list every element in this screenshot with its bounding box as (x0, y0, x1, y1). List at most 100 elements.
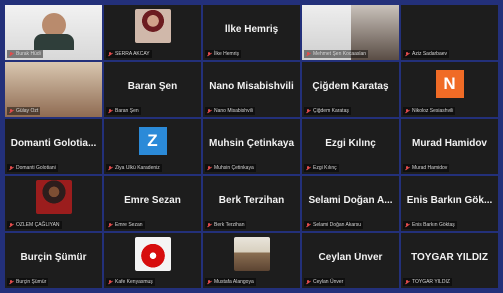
participant-tile[interactable]: Ceylan Ünver Ceylan Ünver (302, 233, 399, 288)
participant-tile[interactable]: Burak Hüdi (5, 5, 102, 60)
profile-image (233, 237, 270, 271)
participant-name-label: Ceylan Ünver (304, 278, 346, 286)
participant-name-label: Murad Hamidov (403, 164, 450, 172)
participant-label-text: OZLEM ÇAĞLIYAN (16, 222, 60, 228)
participant-tile[interactable]: Gülay Ozt (5, 62, 102, 117)
participant-display-name: Burçin Şümür (20, 252, 87, 264)
participant-display-name: TOYGAR YILDIZ (411, 252, 488, 264)
participant-label-text: Nikoloz Sesiashvili (412, 108, 454, 114)
participant-label-text: Kafe Kenyasmuş (115, 279, 153, 285)
participant-tile[interactable]: Mustafa Alangoya (203, 233, 300, 288)
participant-tile[interactable]: TOYGAR YILDIZ TOYGAR YILDIZ (401, 233, 498, 288)
participant-label-text: Ziya Ulkü Karadeniz (115, 165, 160, 171)
muted-mic-icon (306, 165, 311, 171)
muted-mic-icon (405, 165, 410, 171)
participant-name-label: Mehmet Şen Kocaaslan (304, 50, 369, 58)
participant-tile[interactable]: Enis Barkın Gök... Enis Barkın Göktaş (401, 176, 498, 231)
participant-label-text: Mehmet Şen Kocaaslan (313, 51, 367, 57)
muted-mic-icon (108, 51, 113, 57)
participant-display-name: Ezgi Kılınç (325, 138, 376, 150)
participant-name-label: Selami Doğan Akarsu (304, 221, 364, 229)
participant-display-name: İlke Hemriş (224, 24, 279, 36)
participant-tile[interactable]: Murad Hamidov Murad Hamidov (401, 119, 498, 174)
participant-label-text: Nano Misabishvili (214, 108, 253, 114)
participant-tile[interactable]: OZLEM ÇAĞLIYAN (5, 176, 102, 231)
participant-label-text: Domanti Golotiani (16, 165, 56, 171)
muted-mic-icon (306, 222, 311, 228)
participant-name-label: Berk Terzihan (205, 221, 247, 229)
participant-label-text: Berk Terzihan (214, 222, 245, 228)
participant-tile[interactable]: Aziz Sadarbaev (401, 5, 498, 60)
participant-name-label: Mustafa Alangoya (205, 278, 256, 286)
participant-name-label: Muhsin Çetinkaya (205, 164, 256, 172)
participant-name-label: Baran Şen (106, 107, 141, 115)
participant-grid: Burak Hüdi SERRA AKCAY İlke Hemriş İlke Hem… (5, 5, 498, 288)
participant-tile[interactable]: SERRA AKCAY (104, 5, 201, 60)
participant-tile[interactable]: Emre Sezan Emre Sezan (104, 176, 201, 231)
participant-name-label: Ezgi Kılınç (304, 164, 339, 172)
muted-mic-icon (9, 279, 14, 285)
participant-tile[interactable]: Nano Misabishvili Nano Misabishvili (203, 62, 300, 117)
participant-label-text: Selami Doğan Akarsu (313, 222, 362, 228)
participant-display-name: Enis Barkın Gök... (406, 195, 493, 207)
participant-label-text: SERRA AKCAY (115, 51, 150, 57)
participant-tile[interactable]: Domanti Golotia... Domanti Golotiani (5, 119, 102, 174)
participant-tile[interactable]: Baran Şen Baran Şen (104, 62, 201, 117)
muted-mic-icon (9, 51, 14, 57)
participant-name-label: Çiğdem Karataş (304, 107, 351, 115)
participant-tile[interactable]: Berk Terzihan Berk Terzihan (203, 176, 300, 231)
person-body (33, 34, 74, 50)
muted-mic-icon (207, 222, 212, 228)
muted-mic-icon (405, 51, 410, 57)
participant-tile[interactable]: Muhsin Çetinkaya Muhsin Çetinkaya (203, 119, 300, 174)
participant-label-text: TOYGAR YILDIZ (412, 279, 450, 285)
muted-mic-icon (9, 108, 14, 114)
muted-mic-icon (9, 222, 14, 228)
participant-tile[interactable]: Burçin Şümür Burçin Şümür (5, 233, 102, 288)
participant-tile[interactable]: Kafe Kenyasmuş (104, 233, 201, 288)
muted-mic-icon (207, 108, 212, 114)
participant-label-text: Aziz Sadarbaev (412, 51, 448, 57)
muted-mic-icon (405, 279, 410, 285)
participant-tile[interactable]: Ezgi Kılınç Ezgi Kılınç (302, 119, 399, 174)
participant-display-name: Murad Hamidov (411, 138, 487, 150)
muted-mic-icon (207, 165, 212, 171)
participant-name-label: Burak Hüdi (7, 50, 43, 58)
muted-mic-icon (207, 51, 212, 57)
participant-name-label: TOYGAR YILDIZ (403, 278, 452, 286)
participant-name-label: Aziz Sadarbaev (403, 50, 450, 58)
muted-mic-icon (405, 108, 410, 114)
participant-tile[interactable]: Z Ziya Ulkü Karadeniz (104, 119, 201, 174)
participant-tile[interactable]: N Nikoloz Sesiashvili (401, 62, 498, 117)
participant-display-name: Ceylan Ünver (318, 252, 383, 264)
participant-name-label: Nikoloz Sesiashvili (403, 107, 456, 115)
muted-mic-icon (306, 279, 311, 285)
participant-tile[interactable]: İlke Hemriş İlke Hemriş (203, 5, 300, 60)
participant-tile[interactable]: Mehmet Şen Kocaaslan (302, 5, 399, 60)
participant-display-name: Berk Terzihan (218, 195, 285, 207)
muted-mic-icon (108, 108, 113, 114)
muted-mic-icon (306, 108, 311, 114)
participant-name-label: Ziya Ulkü Karadeniz (106, 164, 162, 172)
participant-tile[interactable]: Çiğdem Karataş Çiğdem Karataş (302, 62, 399, 117)
participant-name-label: Enis Barkın Göktaş (403, 221, 457, 229)
participant-label-text: Enis Barkın Göktaş (412, 222, 455, 228)
participant-label-text: Emre Sezan (115, 222, 143, 228)
participant-display-name: Baran Şen (127, 81, 178, 93)
participant-tile[interactable]: Selami Doğan A... Selami Doğan Akarsu (302, 176, 399, 231)
participant-display-name: Çiğdem Karataş (312, 81, 389, 93)
participant-label-text: Baran Şen (115, 108, 139, 114)
participant-label-text: İlke Hemriş (214, 51, 240, 57)
participant-name-label: OZLEM ÇAĞLIYAN (7, 221, 62, 229)
participant-name-label: Domanti Golotiani (7, 164, 58, 172)
participant-label-text: Mustafa Alangoya (214, 279, 254, 285)
meeting-gallery-frame: Burak Hüdi SERRA AKCAY İlke Hemriş İlke Hem… (0, 0, 503, 293)
participant-name-label: Emre Sezan (106, 221, 145, 229)
participant-display-name: Domanti Golotia... (10, 138, 97, 150)
profile-image (134, 237, 171, 271)
participant-label-text: Burak Hüdi (16, 51, 41, 57)
muted-mic-icon (9, 165, 14, 171)
participant-display-name: Nano Misabishvili (209, 81, 294, 93)
participant-label-text: Gülay Ozt (16, 108, 39, 114)
muted-mic-icon (405, 222, 410, 228)
